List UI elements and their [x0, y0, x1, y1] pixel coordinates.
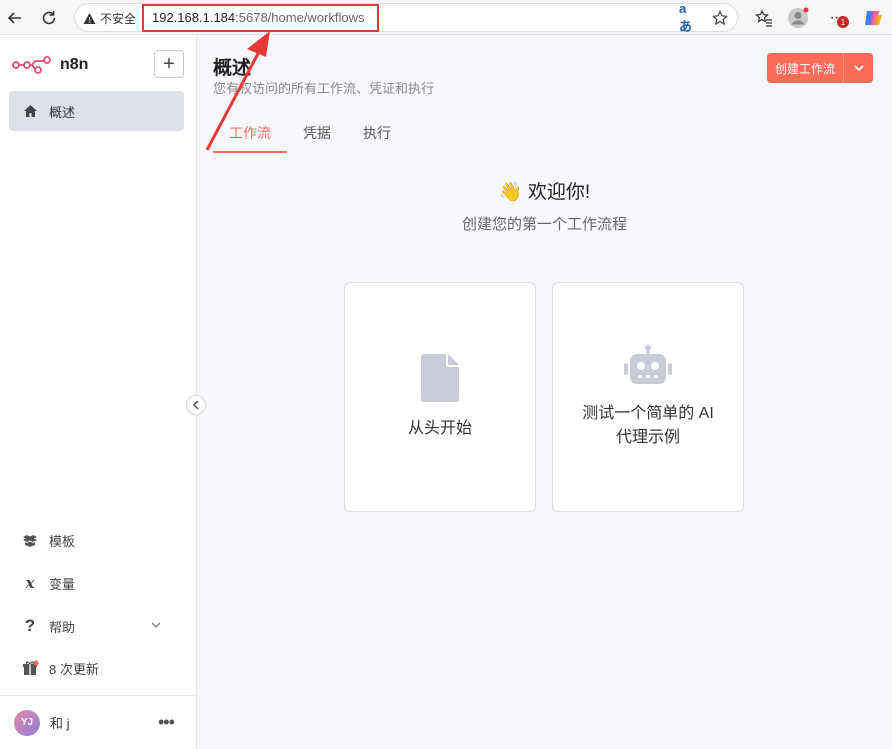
translate-icon[interactable]: aあ [679, 1, 699, 34]
add-button[interactable]: + [154, 50, 184, 78]
question-icon: ? [24, 616, 36, 635]
card-label: 从头开始 [407, 419, 472, 437]
chevron-down-icon [151, 618, 161, 633]
page-title: 概述 [213, 58, 252, 79]
page-subtitle: 您有权访问的所有工作流、凭证和执行 [213, 81, 435, 96]
update-badge: 1 [837, 16, 849, 28]
robot-icon [624, 344, 672, 390]
card-label: 测试一个简单的 AI 代理示例 [582, 404, 714, 446]
user-name: 和 j [50, 716, 70, 731]
sidebar-item-help[interactable]: ? 帮助 [9, 606, 184, 646]
tab-executions[interactable]: 执行 [347, 115, 407, 153]
url-highlight-box [142, 4, 379, 32]
chevron-left-icon [192, 400, 199, 410]
chevron-down-icon [853, 65, 864, 72]
sidebar-item-label: 变量 [49, 576, 76, 592]
more-options-icon[interactable]: ••• [158, 712, 175, 733]
create-workflow-button[interactable]: 创建工作流 [767, 53, 844, 83]
home-icon [21, 104, 39, 118]
user-menu[interactable]: YJ 和 j ••• [0, 695, 196, 749]
brand-logo[interactable]: n8n [12, 55, 88, 75]
variable-icon: x [25, 574, 35, 592]
wave-emoji: 👋 [498, 182, 523, 203]
favorite-star-icon[interactable] [710, 8, 730, 28]
favorites-icon[interactable] [752, 6, 776, 30]
gift-icon [21, 660, 39, 676]
refresh-icon[interactable] [38, 7, 60, 29]
avatar: YJ [14, 709, 40, 736]
security-label: 不安全 [100, 12, 137, 26]
welcome-subtitle: 创建您的第一个工作流程 [461, 216, 627, 233]
welcome-title: 欢迎你! [527, 182, 591, 203]
profile-avatar-icon[interactable] [786, 6, 810, 30]
back-icon[interactable] [4, 7, 26, 29]
create-dropdown-button[interactable] [843, 53, 874, 83]
sidebar-item-label: 帮助 [49, 619, 76, 635]
file-icon [421, 353, 459, 405]
sidebar-item-overview[interactable]: 概述 [9, 91, 184, 131]
ai-agent-example-card[interactable]: 测试一个简单的 AI 代理示例 [552, 282, 744, 512]
browser-toolbar: 不安全 192.168.1.184:5678/home/workflows aあ… [0, 0, 892, 35]
tab-workflows[interactable]: 工作流 [213, 115, 287, 153]
warning-icon [83, 13, 96, 24]
start-from-scratch-card[interactable]: 从头开始 [344, 282, 536, 512]
welcome-heading: 👋 欢迎你! [197, 177, 892, 204]
box-icon [21, 534, 39, 547]
brand-name: n8n [60, 56, 89, 73]
security-warning[interactable]: 不安全 [83, 10, 136, 27]
sidebar-item-label: 概述 [49, 104, 76, 120]
collapse-sidebar-button[interactable] [186, 395, 206, 415]
n8n-logo-icon [12, 56, 51, 74]
sidebar-item-templates[interactable]: 模板 [9, 520, 184, 560]
sidebar-item-label: 模板 [49, 533, 76, 549]
sidebar-item-updates[interactable]: 8 次更新 [9, 648, 184, 688]
sidebar-item-variables[interactable]: x 变量 [9, 563, 184, 603]
sidebar-item-label: 8 次更新 [49, 661, 99, 677]
copilot-icon[interactable] [861, 6, 885, 30]
main-content: 概述 您有权访问的所有工作流、凭证和执行 创建工作流 工作流 凭据 执行 👋 欢… [197, 35, 892, 749]
tab-bar: 工作流 凭据 执行 [213, 115, 407, 153]
create-workflow-group: 创建工作流 [767, 53, 874, 83]
sidebar: n8n + 概述 模板 x 变量 ? 帮助 8 次更新 YJ 和 j ••• [0, 35, 197, 749]
plus-icon: + [163, 52, 175, 75]
tab-credentials[interactable]: 凭据 [287, 115, 347, 153]
